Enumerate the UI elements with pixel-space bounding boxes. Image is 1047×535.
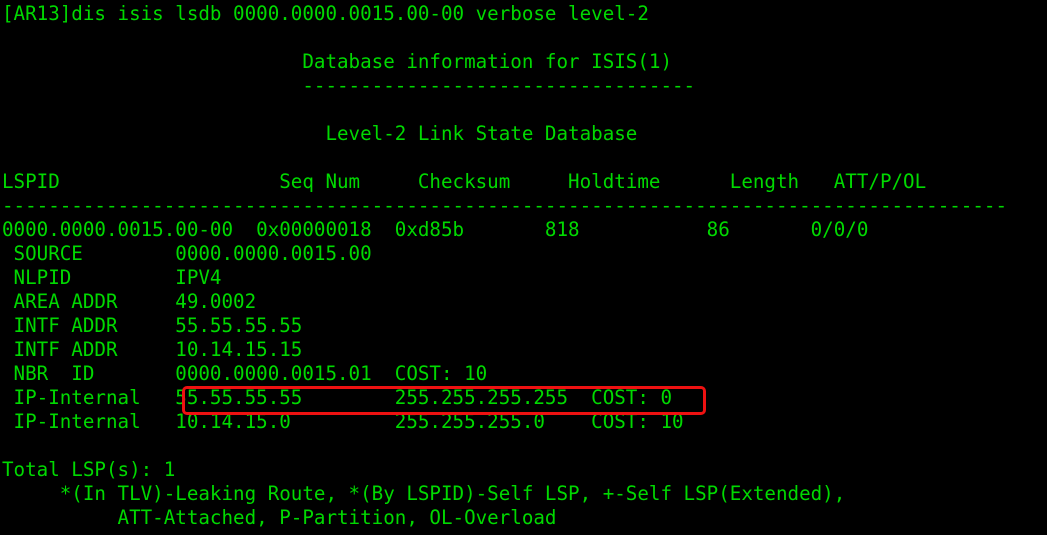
- legend-line-1: *(In TLV)-Leaking Route, *(By LSPID)-Sel…: [2, 482, 846, 505]
- command-prompt-line[interactable]: [AR13]dis isis lsdb 0000.0000.0015.00-00…: [2, 2, 1047, 26]
- legend-line-2: ATT-Attached, P-Partition, OL-Overload: [2, 506, 557, 529]
- blank-line-2: [2, 98, 1047, 122]
- tlv-ip-internal-highlighted: IP-Internal 55.55.55.55 255.255.255.255 …: [2, 386, 673, 409]
- tlv-intf-addr-2: INTF ADDR 10.14.15.15: [2, 338, 303, 361]
- blank-line-3: [2, 146, 1047, 170]
- tlv-source: SOURCE 0000.0000.0015.00: [2, 242, 372, 265]
- tlv-intf-addr-1: INTF ADDR 55.55.55.55: [2, 314, 303, 337]
- tlv-nbr-id: NBR ID 0000.0000.0015.01 COST: 10: [2, 362, 488, 385]
- table-header-rule: ----------------------------------------…: [2, 194, 1008, 217]
- terminal-window: [AR13]dis isis lsdb 0000.0000.0015.00-00…: [0, 0, 1047, 535]
- table-row-lsp-entry: 0000.0000.0015.00-00 0x00000018 0xd85b 8…: [2, 218, 869, 241]
- tlv-nlpid: NLPID IPV4: [2, 266, 222, 289]
- tlv-ip-internal-2: IP-Internal 10.14.15.0 255.255.255.0 COS…: [2, 410, 684, 433]
- total-lsp-count: Total LSP(s): 1: [2, 458, 176, 481]
- terminal-output: [AR13]dis isis lsdb 0000.0000.0015.00-00…: [2, 2, 1047, 530]
- database-info-title: Database information for ISIS(1): [2, 50, 673, 73]
- blank-line-1: [2, 26, 1047, 50]
- table-column-header: LSPID Seq Num Checksum Holdtime Length A…: [2, 170, 927, 193]
- level2-lsdb-title: Level-2 Link State Database: [2, 122, 638, 145]
- database-info-rule: ----------------------------------: [2, 74, 696, 97]
- tlv-area-addr: AREA ADDR 49.0002: [2, 290, 257, 313]
- blank-line-4: [2, 434, 1047, 458]
